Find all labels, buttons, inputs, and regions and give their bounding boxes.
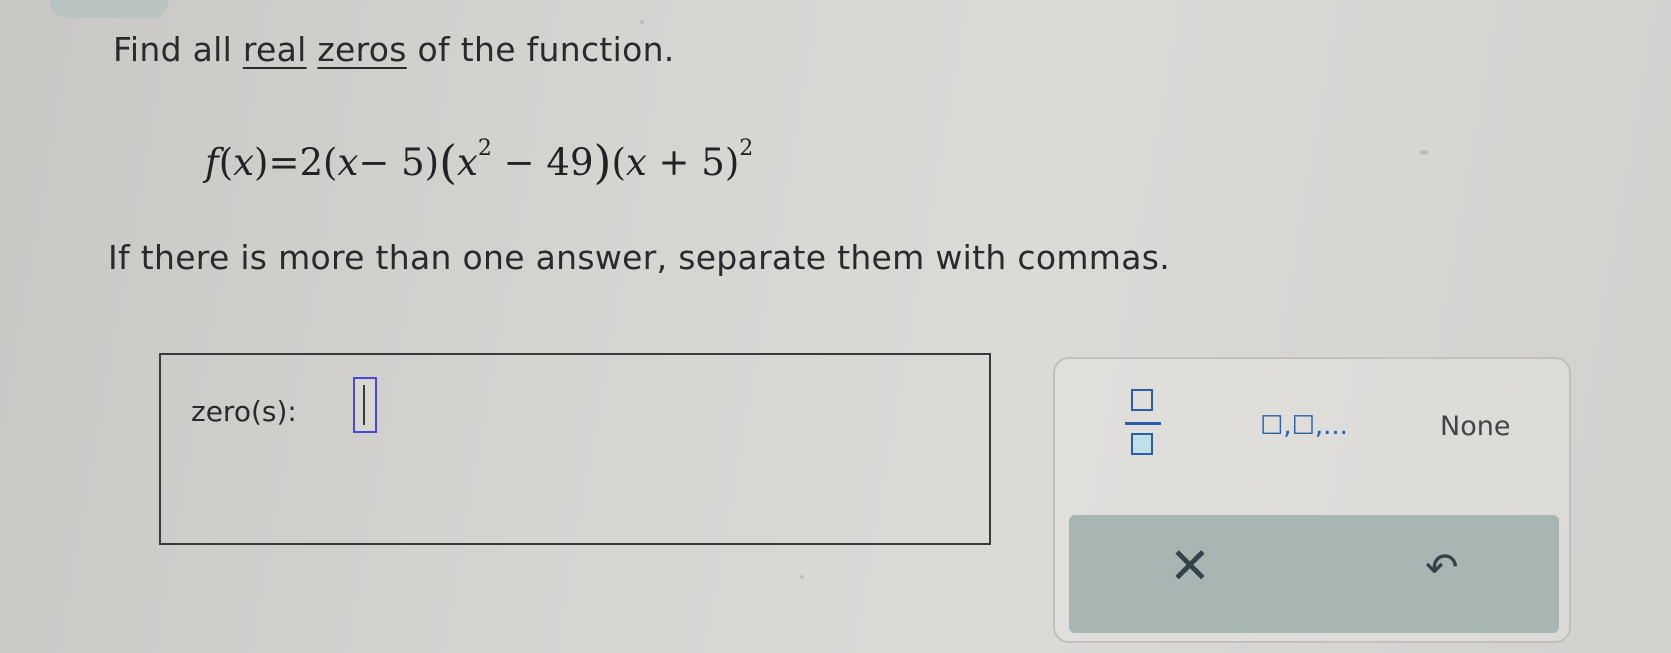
eq-var: x	[233, 141, 255, 184]
real-link[interactable]: real	[243, 30, 307, 69]
zeros-label: zero(s):	[191, 395, 297, 428]
eq-minus49: − 49	[491, 141, 594, 184]
eq-big-close: )	[593, 135, 612, 189]
eq-var4: x	[625, 141, 647, 184]
numerator-box-icon	[1131, 389, 1153, 411]
action-bar: ✕ ↶	[1069, 515, 1559, 633]
prompt-suffix: of the function.	[406, 30, 675, 69]
function-equation: f(x)=2(x− 5)(x2 − 49)(x + 5)2	[205, 135, 753, 189]
question-prompt: Find all real zeros of the function.	[113, 30, 675, 69]
eq-var2: x	[337, 141, 359, 184]
top-tab[interactable]	[50, 0, 168, 18]
eq-fname: f	[205, 141, 219, 184]
fraction-button[interactable]	[1121, 389, 1167, 459]
undo-icon[interactable]: ↶	[1425, 545, 1459, 591]
screen-smudge	[640, 20, 644, 24]
screen-smudge	[1420, 150, 1428, 155]
eq-var3: x	[457, 141, 478, 184]
fraction-bar-icon	[1125, 422, 1161, 425]
eq-equals: )=2(	[254, 141, 338, 184]
clear-icon[interactable]: ✕	[1169, 537, 1211, 595]
zeros-link[interactable]: zeros	[317, 30, 406, 69]
screen-smudge	[800, 575, 804, 579]
eq-minus5: − 5)	[358, 141, 440, 184]
eq-big-open: (	[439, 135, 458, 189]
eq-lparen: (	[218, 141, 234, 184]
eq-square2: 2	[739, 136, 754, 161]
denominator-box-icon	[1131, 433, 1153, 455]
none-button[interactable]: None	[1440, 411, 1510, 442]
math-keypad: ☐,☐,... None ✕ ↶	[1053, 357, 1571, 643]
eq-plus5: + 5)	[646, 141, 740, 184]
answer-input[interactable]	[353, 377, 377, 433]
prompt-prefix: Find all	[113, 30, 243, 69]
answer-box[interactable]: zero(s):	[159, 353, 991, 545]
list-button[interactable]: ☐,☐,...	[1260, 411, 1348, 441]
instruction-text: If there is more than one answer, separa…	[108, 238, 1171, 277]
eq-square1: 2	[477, 136, 492, 161]
eq-open3: (	[611, 141, 626, 184]
